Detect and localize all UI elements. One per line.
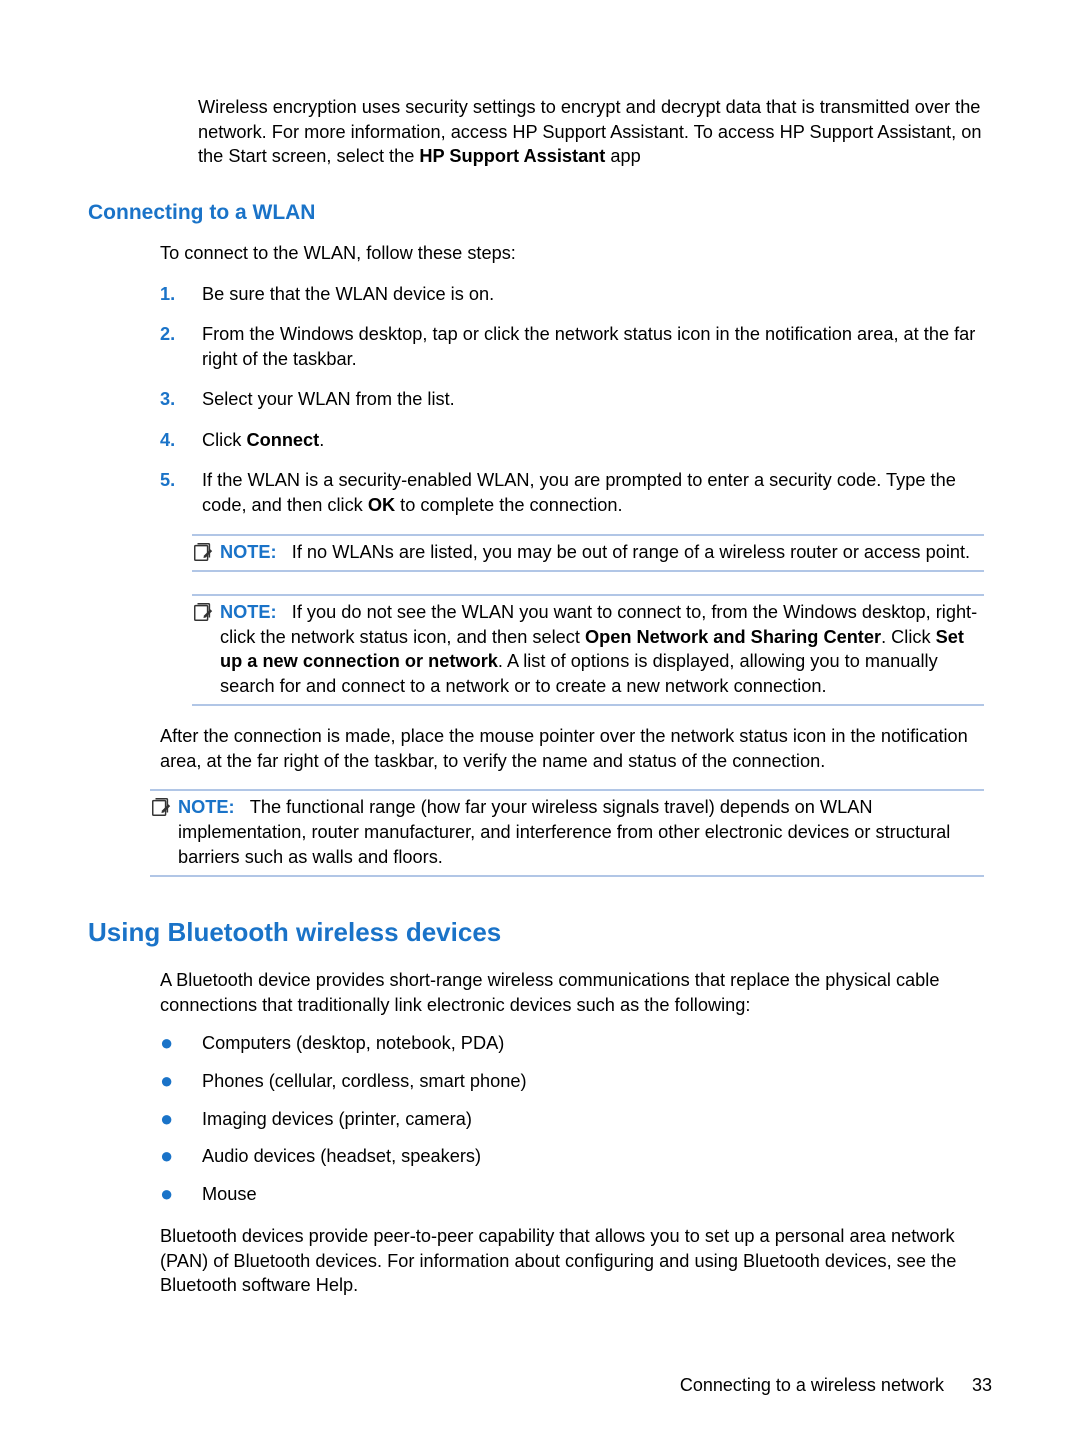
step-bold: Connect (246, 430, 319, 450)
step-text: If the WLAN is a security-enabled WLAN, … (202, 468, 984, 517)
bt-bullets: ● Computers (desktop, notebook, PDA) ● P… (160, 1031, 984, 1206)
note-label: NOTE: (178, 797, 235, 817)
note2-bold1: Open Network and Sharing Center (585, 627, 881, 647)
bullet-text: Computers (desktop, notebook, PDA) (202, 1031, 984, 1056)
note-body: NOTE: The functional range (how far your… (178, 795, 984, 869)
wlan-after: After the connection is made, place the … (160, 724, 984, 773)
bullet-text: Phones (cellular, cordless, smart phone) (202, 1069, 984, 1094)
note-2: NOTE: If you do not see the WLAN you wan… (192, 594, 984, 706)
page-content: Wireless encryption uses security settin… (0, 0, 1080, 1298)
bullet-item: ● Mouse (160, 1182, 984, 1207)
bullet-item: ● Computers (desktop, notebook, PDA) (160, 1031, 984, 1056)
step-pre: Click (202, 430, 246, 450)
note-icon (150, 795, 178, 869)
wlan-heading: Connecting to a WLAN (88, 199, 992, 227)
bullet-text: Audio devices (headset, speakers) (202, 1144, 984, 1169)
intro-bold: HP Support Assistant (419, 146, 605, 166)
bullet-dot-icon: ● (160, 1107, 202, 1132)
note-1: NOTE: If no WLANs are listed, you may be… (192, 534, 984, 573)
step-number: 5. (160, 468, 202, 517)
step-5: 5. If the WLAN is a security-enabled WLA… (160, 468, 984, 517)
bullet-text: Mouse (202, 1182, 984, 1207)
step-number: 2. (160, 322, 202, 371)
step-text: From the Windows desktop, tap or click t… (202, 322, 984, 371)
bullet-dot-icon: ● (160, 1144, 202, 1169)
step-4: 4. Click Connect. (160, 428, 984, 453)
note-text: The functional range (how far your wirel… (178, 797, 950, 866)
wlan-steps: 1. Be sure that the WLAN device is on. 2… (160, 282, 984, 518)
note-label: NOTE: (220, 542, 277, 562)
bt-para2: Bluetooth devices provide peer-to-peer c… (160, 1224, 984, 1298)
bullet-text: Imaging devices (printer, camera) (202, 1107, 984, 1132)
step-post: to complete the connection. (395, 495, 623, 515)
step-1: 1. Be sure that the WLAN device is on. (160, 282, 984, 307)
bullet-item: ● Imaging devices (printer, camera) (160, 1107, 984, 1132)
step-text: Select your WLAN from the list. (202, 387, 984, 412)
step-3: 3. Select your WLAN from the list. (160, 387, 984, 412)
bullet-dot-icon: ● (160, 1031, 202, 1056)
intro-trail: app (605, 146, 640, 166)
note2-mid1: . Click (881, 627, 936, 647)
footer-section: Connecting to a wireless network (680, 1373, 944, 1397)
step-number: 1. (160, 282, 202, 307)
bullet-dot-icon: ● (160, 1069, 202, 1094)
page-footer: Connecting to a wireless network 33 (88, 1373, 992, 1397)
step-bold: OK (368, 495, 395, 515)
note-text: If no WLANs are listed, you may be out o… (292, 542, 970, 562)
bt-intro: A Bluetooth device provides short-range … (160, 968, 984, 1017)
footer-page-number: 33 (972, 1373, 992, 1397)
bt-heading: Using Bluetooth wireless devices (88, 915, 992, 950)
note-icon (192, 540, 220, 565)
note-3: NOTE: The functional range (how far your… (150, 789, 984, 877)
step-post: . (319, 430, 324, 450)
step-number: 3. (160, 387, 202, 412)
step-number: 4. (160, 428, 202, 453)
bullet-dot-icon: ● (160, 1182, 202, 1207)
note-body: NOTE: If you do not see the WLAN you wan… (220, 600, 984, 698)
intro-paragraph: Wireless encryption uses security settin… (198, 95, 984, 169)
bullet-item: ● Phones (cellular, cordless, smart phon… (160, 1069, 984, 1094)
wlan-intro: To connect to the WLAN, follow these ste… (160, 241, 984, 266)
bullet-item: ● Audio devices (headset, speakers) (160, 1144, 984, 1169)
note-icon (192, 600, 220, 698)
step-text: Be sure that the WLAN device is on. (202, 282, 984, 307)
step-2: 2. From the Windows desktop, tap or clic… (160, 322, 984, 371)
step-text: Click Connect. (202, 428, 984, 453)
note-label: NOTE: (220, 602, 277, 622)
note-body: NOTE: If no WLANs are listed, you may be… (220, 540, 984, 565)
